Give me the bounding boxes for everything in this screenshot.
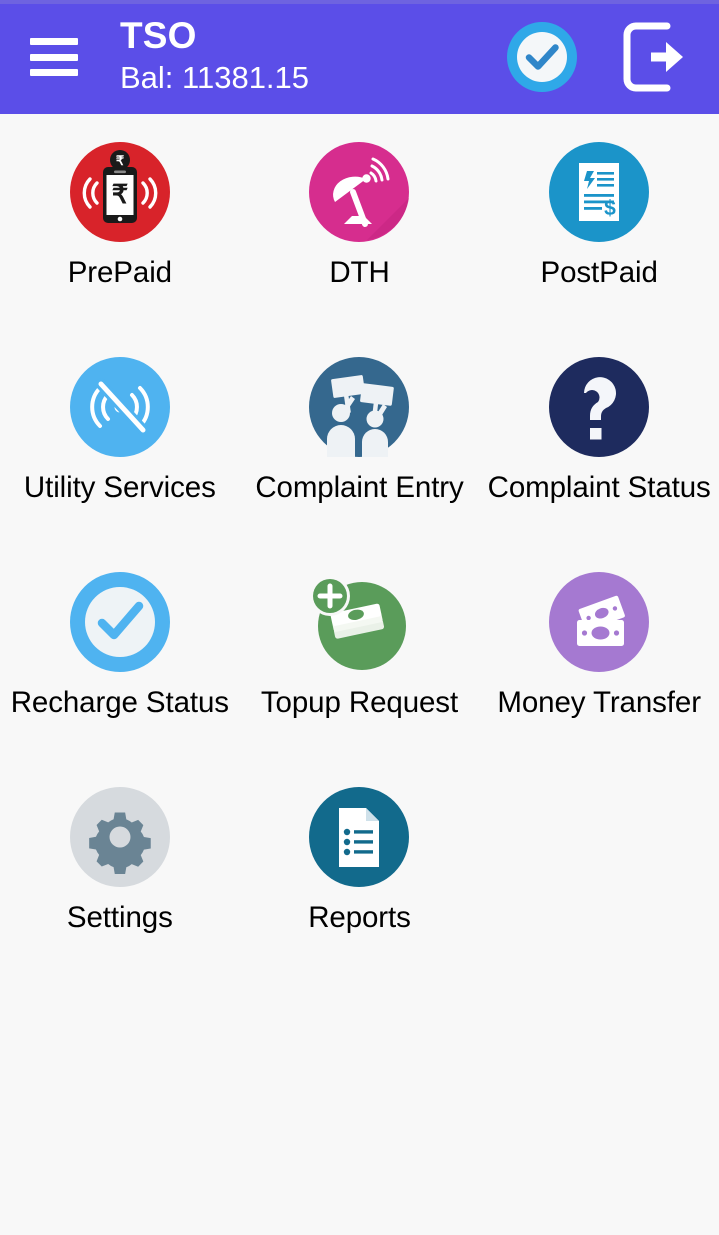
document-list-icon: [309, 787, 410, 887]
app-root: TSO Bal: 11381.15 ₹ ₹ PrePaid DTH $ Post…: [0, 0, 719, 1235]
signal-off-icon: [69, 357, 170, 457]
hamburger-menu-icon[interactable]: [30, 38, 78, 76]
tile-topup-request[interactable]: Topup Request: [240, 566, 480, 781]
app-title: TSO: [120, 14, 197, 56]
tile-dth[interactable]: DTH: [240, 136, 480, 351]
hamburger-bar: [30, 38, 78, 45]
tile-prepaid[interactable]: ₹ ₹ PrePaid: [0, 136, 240, 351]
tile-complaint-entry[interactable]: Complaint Entry: [240, 351, 480, 566]
tile-label: Topup Request: [260, 686, 459, 719]
check-circle-icon[interactable]: [505, 20, 579, 94]
banknotes-icon: [549, 572, 650, 672]
svg-text:₹: ₹: [116, 153, 125, 168]
header-actions: [505, 20, 687, 94]
app-shortcut-grid: ₹ ₹ PrePaid DTH $ PostPaid Utility Servi…: [0, 114, 719, 1235]
hamburger-bar: [30, 53, 78, 61]
tile-label: Complaint Entry: [255, 471, 464, 504]
money-plus-icon: [309, 572, 409, 672]
balance-label: Bal: 11381.15: [120, 59, 310, 95]
tile-money-transfer[interactable]: Money Transfer: [479, 566, 719, 781]
app-header: TSO Bal: 11381.15: [0, 0, 719, 114]
tile-label: Reports: [308, 901, 411, 934]
tile-label: DTH: [329, 256, 390, 289]
check-circle-outline-icon: [69, 572, 170, 672]
tile-label: Recharge Status: [10, 686, 229, 719]
tile-label: PrePaid: [67, 256, 172, 289]
header-title-block: TSO Bal: 11381.15: [120, 14, 505, 98]
svg-text:$: $: [604, 197, 616, 220]
question-mark-icon: [549, 357, 650, 457]
tile-label: PostPaid: [540, 256, 658, 289]
logout-icon[interactable]: [621, 20, 687, 94]
tile-postpaid[interactable]: $ PostPaid: [479, 136, 719, 351]
gear-icon: [69, 787, 170, 887]
tile-label: Settings: [66, 901, 173, 934]
tile-label: Utility Services: [23, 471, 216, 504]
svg-text:₹: ₹: [112, 179, 129, 209]
mobile-rupee-recharge-icon: ₹ ₹: [69, 142, 170, 242]
protest-placards-icon: [309, 357, 410, 457]
tile-recharge-status[interactable]: Recharge Status: [0, 566, 240, 781]
bill-invoice-icon: $: [549, 142, 650, 242]
tile-label: Complaint Status: [487, 471, 711, 504]
hamburger-bar: [30, 69, 78, 76]
tile-settings[interactable]: Settings: [0, 781, 240, 996]
tile-label: Money Transfer: [497, 686, 701, 719]
tile-utility-services[interactable]: Utility Services: [0, 351, 240, 566]
satellite-dish-icon: [309, 142, 410, 242]
tile-reports[interactable]: Reports: [240, 781, 480, 996]
tile-complaint-status[interactable]: Complaint Status: [479, 351, 719, 566]
